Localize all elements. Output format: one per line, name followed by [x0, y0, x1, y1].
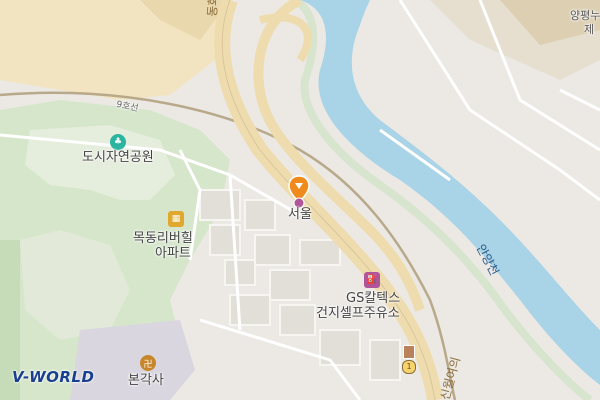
temple-icon[interactable]: 卍 — [140, 355, 156, 371]
top-right-label-line1: 양평누 — [570, 9, 600, 22]
road-top-label: 동화 — [205, 0, 221, 18]
gas-station-label-line1: GS칼텍스 — [346, 291, 401, 306]
marker-label: 서울 — [288, 207, 312, 222]
gas-station-icon[interactable]: ⛽ — [364, 272, 380, 288]
route-shield-icon: 1 — [402, 360, 416, 374]
vworld-logo: V-WORLD — [12, 368, 94, 386]
apartment-label-line1: 목동리버힐 — [133, 231, 193, 246]
park-label: 도시자연공원 — [82, 150, 154, 165]
apartment-icon[interactable]: ▦ — [168, 211, 184, 227]
logo-text: V-WORLD — [12, 368, 95, 386]
map-view[interactable]: ♣ 도시자연공원 ▦ 목동리버힐 아파트 서울 ⛽ GS칼텍스 건지셀프주유소 … — [0, 0, 600, 400]
gas-station-label-line2: 건지셀프주유소 — [316, 306, 400, 321]
temple-label: 본각사 — [128, 373, 164, 388]
apartment-label-line2: 아파트 — [155, 246, 191, 261]
park-icon[interactable]: ♣ — [110, 134, 126, 150]
top-right-label-line2: 제 — [584, 23, 595, 36]
building-icon — [403, 345, 415, 359]
location-pin-icon[interactable] — [287, 175, 311, 209]
